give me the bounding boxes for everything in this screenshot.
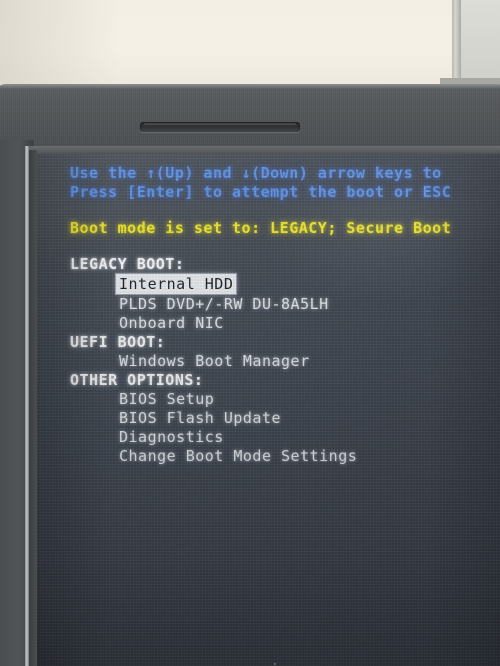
window-pane: [461, 0, 500, 88]
boot-mode-status: Boot mode is set to: LEGACY; Secure Boot: [70, 219, 452, 237]
option-bios-flash-update[interactable]: BIOS Flash Update: [119, 409, 281, 427]
laptop-screen: Use the ↑(Up) and ↓(Down) arrow keys to …: [37, 154, 500, 666]
boot-menu: Use the ↑(Up) and ↓(Down) arrow keys to …: [37, 154, 500, 666]
option-change-boot-mode-settings[interactable]: Change Boot Mode Settings: [119, 447, 357, 465]
lid-latch-highlight: [144, 123, 296, 125]
photo-of-laptop-boot-menu: Use the ↑(Up) and ↓(Down) arrow keys to …: [0, 0, 500, 666]
section-heading-other-options: OTHER OPTIONS:: [70, 371, 204, 389]
window-frame: [452, 0, 461, 88]
boot-option-internal-hdd[interactable]: Internal HDD: [114, 273, 238, 295]
bezel-inner-left: [29, 150, 37, 666]
boot-option-dvd-drive[interactable]: PLDS DVD+/-RW DU-8A5LH: [119, 295, 329, 313]
option-diagnostics[interactable]: Diagnostics: [119, 428, 224, 446]
section-heading-legacy-boot: LEGACY BOOT:: [70, 255, 185, 273]
boot-option-onboard-nic[interactable]: Onboard NIC: [119, 314, 224, 332]
wall-shadow: [0, 0, 120, 92]
instruction-line-2: Press [Enter] to attempt the boot or ESC: [70, 183, 452, 201]
instruction-line-1: Use the ↑(Up) and ↓(Down) arrow keys to: [70, 164, 442, 182]
boot-option-windows-boot-manager[interactable]: Windows Boot Manager: [119, 352, 310, 370]
option-bios-setup[interactable]: BIOS Setup: [119, 390, 214, 408]
section-heading-uefi-boot: UEFI BOOT:: [70, 333, 166, 351]
screen-dust-speck-2: [274, 663, 276, 665]
lid-sheen: [0, 84, 500, 89]
